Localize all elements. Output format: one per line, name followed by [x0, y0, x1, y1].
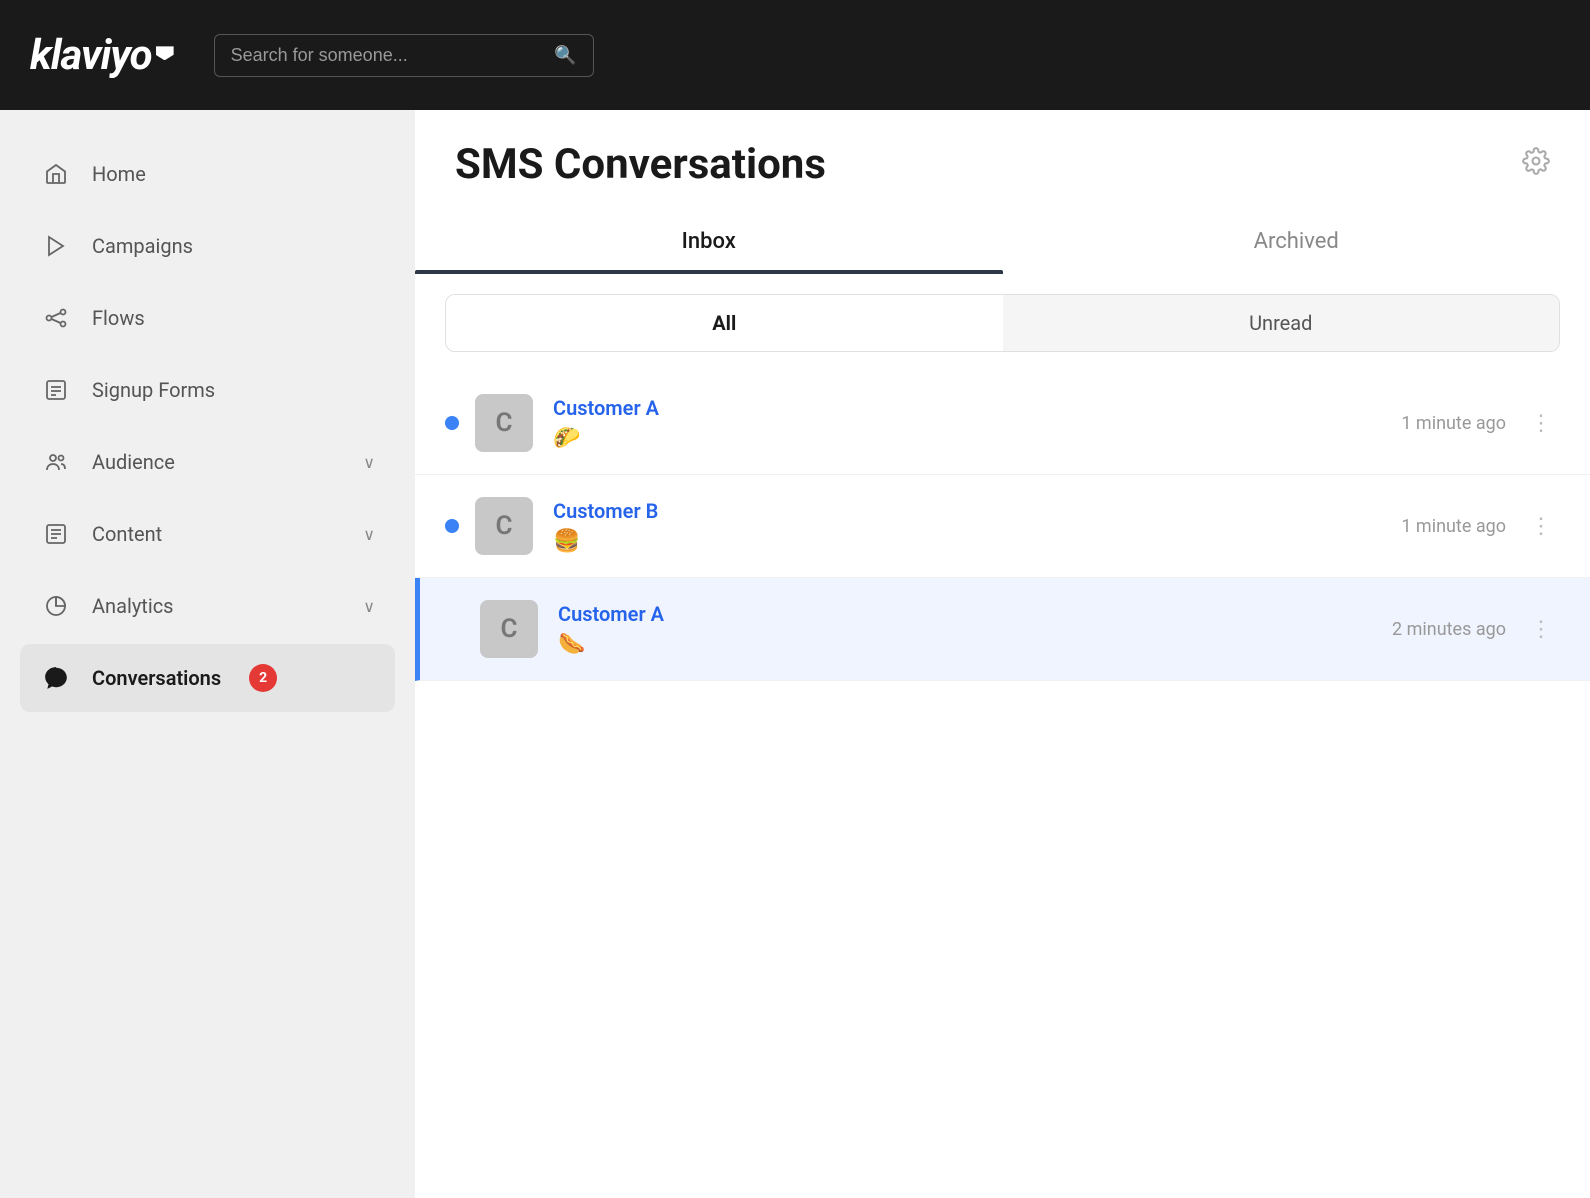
- avatar-1: C: [475, 394, 533, 452]
- avatar-2: C: [475, 497, 533, 555]
- page-title: SMS Conversations: [455, 140, 826, 189]
- conversation-item-1[interactable]: C Customer A 🌮 1 minute ago ⋮: [415, 372, 1590, 475]
- settings-icon[interactable]: [1522, 147, 1550, 182]
- sidebar-label-campaigns: Campaigns: [92, 234, 193, 258]
- conv-time-2: 1 minute ago: [1401, 516, 1506, 537]
- conv-preview-1: 🌮: [553, 426, 1401, 451]
- sidebar-label-home: Home: [92, 162, 146, 186]
- conv-info-2: Customer B 🍔: [553, 499, 1401, 554]
- conv-info-3: Customer A 🌭: [558, 602, 1392, 657]
- sidebar-item-campaigns[interactable]: Campaigns: [20, 212, 395, 280]
- sidebar-label-content: Content: [92, 522, 162, 546]
- analytics-chevron: ∨: [363, 597, 375, 616]
- content-area: SMS Conversations Inbox Archived All Unr…: [415, 110, 1590, 1198]
- flows-icon: [40, 302, 72, 334]
- analytics-icon: [40, 590, 72, 622]
- main-layout: Home Campaigns Flows: [0, 110, 1590, 1198]
- conversation-item-3[interactable]: C Customer A 🌭 2 minutes ago ⋮: [415, 578, 1590, 681]
- conversation-item-2[interactable]: C Customer B 🍔 1 minute ago ⋮: [415, 475, 1590, 578]
- tabs-row: Inbox Archived: [415, 209, 1590, 274]
- sidebar-item-flows[interactable]: Flows: [20, 284, 395, 352]
- conversations-icon: [40, 662, 72, 694]
- conv-name-3: Customer A: [558, 602, 1392, 626]
- sidebar-label-signup-forms: Signup Forms: [92, 378, 215, 402]
- home-icon: [40, 158, 72, 190]
- sidebar-item-content[interactable]: Content ∨: [20, 500, 395, 568]
- signup-forms-icon: [40, 374, 72, 406]
- sidebar-item-analytics[interactable]: Analytics ∨: [20, 572, 395, 640]
- conv-time-1: 1 minute ago: [1401, 413, 1506, 434]
- tab-archived[interactable]: Archived: [1003, 209, 1590, 274]
- more-btn-2[interactable]: ⋮: [1522, 510, 1560, 543]
- filter-unread[interactable]: Unread: [1003, 295, 1560, 351]
- campaigns-icon: [40, 230, 72, 262]
- conv-info-1: Customer A 🌮: [553, 396, 1401, 451]
- filter-all[interactable]: All: [446, 295, 1003, 351]
- avatar-3: C: [480, 600, 538, 658]
- search-icon: 🔍: [554, 45, 576, 66]
- conv-time-3: 2 minutes ago: [1392, 619, 1506, 640]
- audience-icon: [40, 446, 72, 478]
- more-btn-1[interactable]: ⋮: [1522, 407, 1560, 440]
- sidebar-item-audience[interactable]: Audience ∨: [20, 428, 395, 496]
- conv-preview-3: 🌭: [558, 632, 1392, 657]
- sidebar-label-conversations: Conversations: [92, 666, 221, 690]
- sidebar-item-home[interactable]: Home: [20, 140, 395, 208]
- topbar: klaviyo 🔍: [0, 0, 1590, 110]
- content-icon: [40, 518, 72, 550]
- unread-dot-2: [445, 519, 459, 533]
- conv-preview-2: 🍔: [553, 529, 1401, 554]
- content-chevron: ∨: [363, 525, 375, 544]
- sidebar-item-conversations[interactable]: Conversations 2: [20, 644, 395, 712]
- search-input[interactable]: [231, 45, 555, 66]
- conv-name-1: Customer A: [553, 396, 1401, 420]
- sidebar-label-audience: Audience: [92, 450, 175, 474]
- unread-dot-1: [445, 416, 459, 430]
- content-header: SMS Conversations: [415, 110, 1590, 189]
- logo-flag: [156, 46, 174, 60]
- logo: klaviyo: [30, 31, 174, 80]
- more-btn-3[interactable]: ⋮: [1522, 613, 1560, 646]
- tab-inbox[interactable]: Inbox: [415, 209, 1003, 274]
- sidebar: Home Campaigns Flows: [0, 110, 415, 1198]
- conv-name-2: Customer B: [553, 499, 1401, 523]
- search-bar[interactable]: 🔍: [214, 34, 594, 77]
- conversation-list: C Customer A 🌮 1 minute ago ⋮ C Customer…: [415, 372, 1590, 1198]
- filter-row: All Unread: [445, 294, 1560, 352]
- sidebar-item-signup-forms[interactable]: Signup Forms: [20, 356, 395, 424]
- audience-chevron: ∨: [363, 453, 375, 472]
- sidebar-label-flows: Flows: [92, 306, 145, 330]
- sidebar-label-analytics: Analytics: [92, 594, 174, 618]
- conversations-badge: 2: [249, 664, 277, 692]
